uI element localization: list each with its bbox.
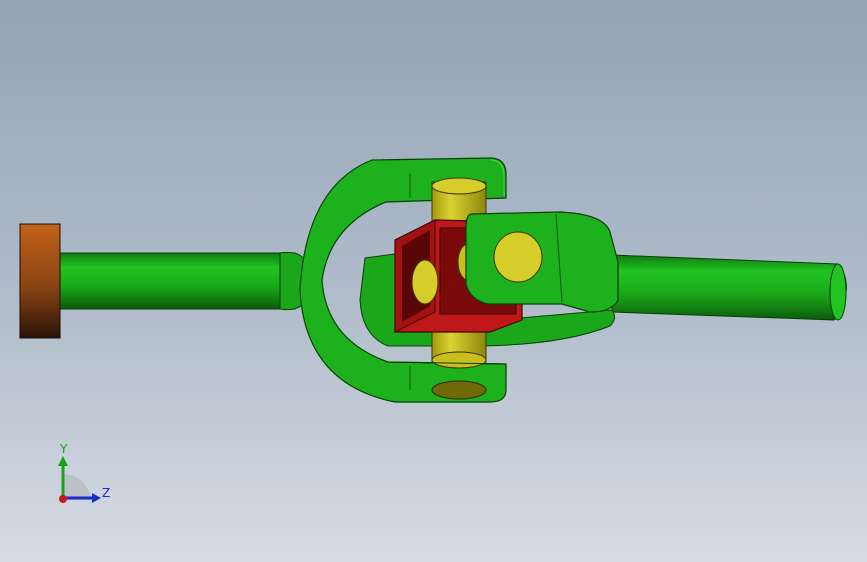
- x-axis-origin: [59, 495, 67, 503]
- triad-z-label: Z: [102, 486, 111, 500]
- triad-graphic: [58, 456, 101, 503]
- orientation-triad: Y Z: [44, 438, 124, 518]
- right-pin-end: [493, 231, 543, 283]
- graphics-viewport[interactable]: Y Z: [0, 0, 867, 562]
- left-shaft[interactable]: [54, 251, 307, 311]
- lower-bore: [431, 380, 487, 400]
- end-cap[interactable]: [19, 223, 61, 339]
- right-yoke-upper-arm[interactable]: [465, 211, 619, 313]
- right-shaft[interactable]: [611, 254, 847, 321]
- universal-joint-model[interactable]: [0, 0, 867, 562]
- triad-y-label: Y: [60, 442, 68, 456]
